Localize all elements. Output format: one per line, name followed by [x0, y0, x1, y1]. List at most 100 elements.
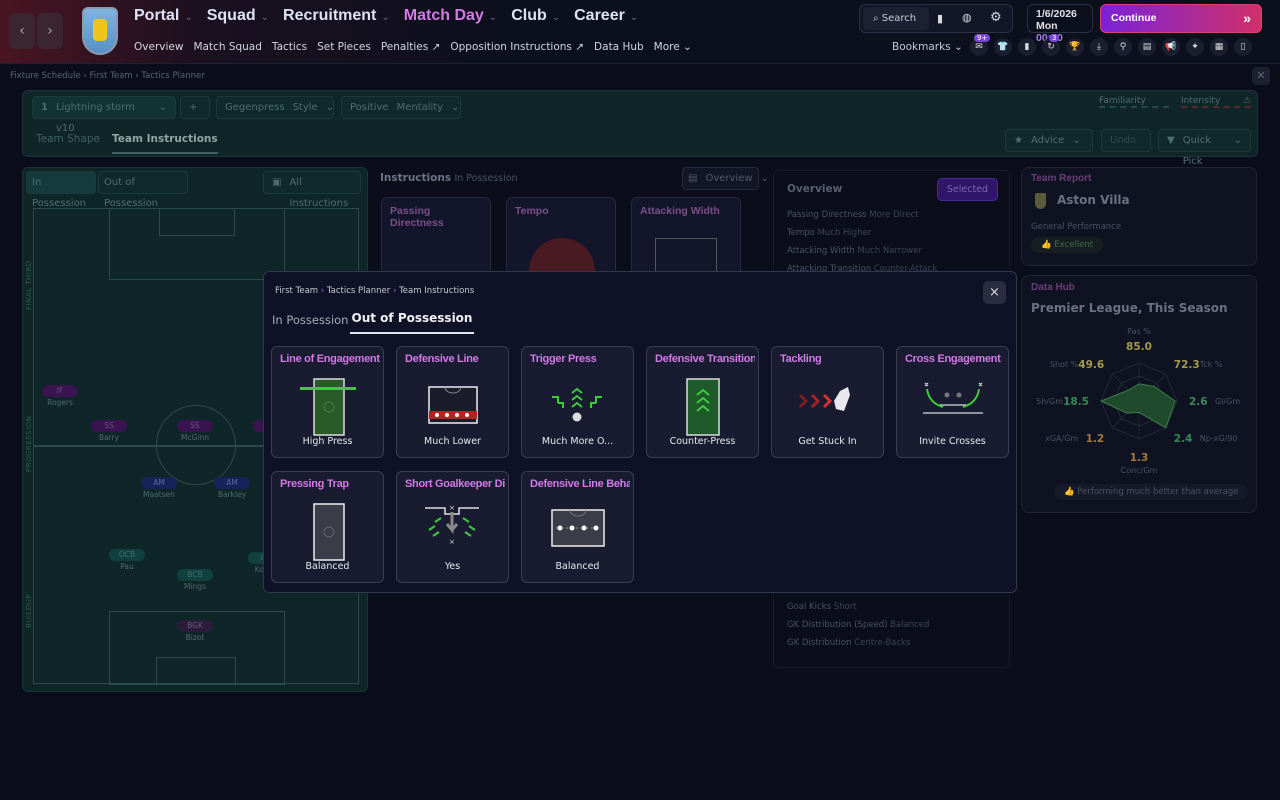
breadcrumb-item[interactable]: Fixture Schedule [10, 71, 81, 81]
instruction-card-trigger-press[interactable]: Trigger Press Much More O... [521, 346, 634, 458]
subnav-item[interactable]: Tactics [272, 41, 307, 53]
modal-tab-in-possession[interactable]: In Possession [272, 313, 348, 327]
thumbs-up-icon: 👍 [1064, 487, 1075, 497]
overview-item: GK Distribution (Speed) Balanced [787, 620, 930, 630]
nav-portal[interactable]: Portal ⌄ [134, 7, 193, 25]
report-icon[interactable]: ▮ [1018, 38, 1036, 56]
tab-team-shape[interactable]: Team Shape [36, 133, 100, 145]
player-role-chip[interactable]: BGK [177, 620, 213, 632]
tab-team-instructions[interactable]: Team Instructions [112, 133, 218, 154]
close-icon[interactable]: ✕ [1252, 67, 1270, 85]
instruction-card-pressing-trap[interactable]: Pressing Trap Balanced [271, 471, 384, 583]
breadcrumb-item[interactable]: Team Instructions [399, 286, 474, 296]
radar-value: 2.6 [1189, 396, 1208, 408]
card-value: Get Stuck In [798, 436, 857, 447]
nav-recruitment[interactable]: Recruitment ⌄ [283, 7, 390, 25]
forward-button[interactable]: › [37, 13, 63, 49]
instruction-card-defensive-line[interactable]: Defensive Line Much Lower [396, 346, 509, 458]
player-role-chip[interactable]: BCB [177, 569, 213, 581]
instruction-card[interactable]: Attacking Width [631, 197, 741, 278]
star-search-icon[interactable]: ✦ [1186, 38, 1204, 56]
document-icon[interactable]: ▤ [1138, 38, 1156, 56]
view-select[interactable]: ▤ Overview ⌄ [682, 167, 769, 190]
player-role-chip[interactable]: AM [214, 477, 250, 489]
player-name: McGinn [181, 433, 209, 442]
subnav-item[interactable]: Penalties ↗ [381, 41, 441, 53]
upload-icon[interactable]: ⤓ [1090, 38, 1108, 56]
subnav-item[interactable]: Overview [134, 41, 183, 53]
player-role-chip[interactable]: IF [42, 385, 78, 397]
nav-squad[interactable]: Squad ⌄ [207, 7, 269, 25]
globe-icon[interactable]: ◍ [962, 11, 972, 24]
subnav-item[interactable]: Data Hub [594, 41, 644, 53]
card-value: Much Lower [424, 436, 481, 447]
instruction-card-defensive-transition[interactable]: Defensive Transition Counter-Press [646, 346, 759, 458]
chevron-down-icon: ⌄ [488, 12, 498, 23]
nav-club[interactable]: Club ⌄ [511, 7, 560, 25]
player-name: Pau [120, 562, 134, 571]
player-name: Rogers [47, 398, 73, 407]
style-select[interactable]: Gegenpress Style ⌄ [216, 96, 334, 119]
radar-label: Gl/Gm [1215, 397, 1240, 406]
bookmarks-dropdown[interactable]: Bookmarks ⌄ [892, 41, 963, 53]
advice-button[interactable]: ★ Advice ⌄ [1005, 129, 1093, 152]
all-instructions-button[interactable]: ▣ All Instructions [263, 171, 361, 209]
subnav-item[interactable]: Match Squad [193, 41, 261, 53]
card-title: Cross Engagement [905, 353, 1001, 365]
breadcrumb-item[interactable]: Tactics Planner [141, 71, 204, 81]
gear-icon[interactable]: ⚙ [990, 10, 1002, 25]
player-name: Maatsen [143, 490, 175, 499]
nav-match-day[interactable]: Match Day ⌄ [404, 7, 497, 25]
nav-career[interactable]: Career ⌄ [574, 7, 638, 25]
quick-pick-button[interactable]: ▼ Quick Pick ⌄ [1158, 129, 1251, 167]
instruction-card-defensive-line-behavic[interactable]: Defensive Line Behavic Balanced [521, 471, 634, 583]
back-button[interactable]: ‹ [9, 13, 35, 49]
search-button[interactable]: ⌕ Search [863, 7, 929, 30]
zone-label: BUILDUP [25, 593, 33, 628]
instruction-card-short-goalkeeper-distr[interactable]: Short Goalkeeper Distr × × Yes [396, 471, 509, 583]
instruction-card[interactable]: Tempo [506, 197, 616, 278]
selected-button[interactable]: Selected [937, 178, 998, 201]
star-icon: ★ [1014, 135, 1023, 146]
overview-item: Tempo Much Higher [787, 228, 872, 238]
player-role-chip[interactable]: OCB [109, 549, 145, 561]
player-role-chip[interactable]: SS [177, 420, 213, 432]
continue-button[interactable]: Continue» [1100, 4, 1262, 33]
tactic-select[interactable]: 1 Lightning storm v10 ⌄ [32, 96, 176, 134]
notes-icon[interactable]: ▯ [1234, 38, 1252, 56]
messages-badge: 9+ [974, 34, 991, 42]
player-role-chip[interactable]: AM [141, 477, 177, 489]
breadcrumb-item[interactable]: First Team [275, 286, 318, 296]
player-role-chip[interactable]: SS [91, 420, 127, 432]
scouting-icon[interactable]: ⚲ [1114, 38, 1132, 56]
radar-value: 2.4 [1174, 433, 1193, 445]
instruction-card-cross-engagement[interactable]: Cross Engagement Invite Crosses [896, 346, 1009, 458]
trophy-icon[interactable]: 🏆 [1066, 38, 1084, 56]
player-name: Bizot [185, 633, 205, 642]
bookmark-icon[interactable]: ▮ [937, 12, 943, 25]
club-crest-logo[interactable] [82, 7, 118, 55]
instruction-card-tackling[interactable]: Tackling Get Stuck In [771, 346, 884, 458]
breadcrumb-item[interactable]: Tactics Planner [327, 286, 390, 296]
radar-value: 18.5 [1063, 396, 1089, 408]
add-tactic-button[interactable]: + [180, 96, 210, 119]
megaphone-icon[interactable]: 📢 [1162, 38, 1180, 56]
subnav-item[interactable]: Opposition Instructions ↗ [450, 41, 584, 53]
subnav-item[interactable]: Set Pieces [317, 41, 371, 53]
subnav-item[interactable]: More ⌄ [654, 41, 692, 53]
chevron-down-icon: ⌄ [184, 12, 193, 23]
instruction-card-line-of-engagement[interactable]: Line of Engagement High Press [271, 346, 384, 458]
undo-button[interactable]: Undo [1101, 129, 1151, 152]
shirt-icon[interactable]: 👕 [994, 38, 1012, 56]
mentality-select[interactable]: Positive Mentality ⌄ [341, 96, 461, 119]
instruction-card[interactable]: Passing Directness [381, 197, 491, 277]
breadcrumb-item[interactable]: First Team [90, 71, 133, 81]
modal-close-button[interactable]: × [983, 281, 1006, 304]
modal-tab-out-of-possession[interactable]: Out of Possession [350, 311, 474, 334]
overview-item: Passing Directness More Direct [787, 210, 919, 220]
card-title: Trigger Press [530, 353, 597, 365]
calendar-icon[interactable]: ▦ [1210, 38, 1228, 56]
pitch-tab-out-of-possession[interactable]: Out of Possession [98, 171, 188, 209]
warning-icon: ⚠ [1242, 96, 1251, 106]
pitch-tab-in-possession[interactable]: In Possession [26, 171, 96, 209]
